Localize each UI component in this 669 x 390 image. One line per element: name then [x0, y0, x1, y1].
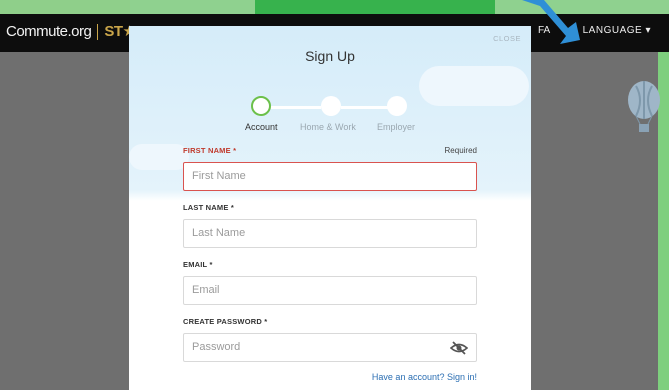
- first-name-input[interactable]: First Name: [183, 162, 477, 191]
- step-connector: [341, 106, 391, 109]
- last-name-label: LAST NAME *: [183, 203, 234, 212]
- logo-badge: ST: [104, 23, 123, 40]
- step-connector: [271, 106, 321, 109]
- logo-divider: [97, 24, 99, 41]
- required-note: Required: [444, 146, 477, 155]
- modal-title: Sign Up: [305, 48, 355, 64]
- balloon-icon: [628, 81, 660, 132]
- step-label-home-work: Home & Work: [300, 122, 356, 132]
- password-label: CREATE PASSWORD *: [183, 317, 268, 326]
- password-input[interactable]: Password: [192, 341, 240, 353]
- step-circle-employer[interactable]: [387, 96, 407, 116]
- step-label-employer: Employer: [377, 122, 416, 132]
- signin-link[interactable]: Have an account? Sign in!: [372, 372, 477, 382]
- password-field: CREATE PASSWORD * Password: [183, 317, 477, 362]
- email-input[interactable]: Email: [183, 276, 477, 305]
- language-menu[interactable]: LANGUAGE ▾: [583, 25, 651, 36]
- password-input-box[interactable]: Password: [183, 333, 477, 362]
- last-name-input[interactable]: Last Name: [183, 219, 477, 248]
- first-name-field: FIRST NAME * Required First Name: [183, 146, 477, 191]
- step-label-account: Account: [245, 122, 278, 132]
- first-name-label: FIRST NAME *: [183, 146, 237, 155]
- step-circle-home-work[interactable]: [321, 96, 341, 116]
- signup-stepper: Account Home & Work Employer: [241, 96, 421, 136]
- site-logo[interactable]: Commute.orgST★: [6, 22, 136, 41]
- step-circle-account[interactable]: [251, 96, 271, 116]
- logo-text: Commute.org: [6, 23, 92, 40]
- signup-modal: CLOSE Sign Up Account Home & Work Employ…: [129, 26, 531, 390]
- email-label: EMAIL *: [183, 260, 213, 269]
- eye-slash-icon[interactable]: [450, 341, 468, 355]
- cloud-decoration: [129, 144, 189, 170]
- language-label: LANGUAGE: [582, 25, 643, 36]
- caret-down-icon: ▾: [642, 25, 651, 36]
- close-button[interactable]: CLOSE: [493, 34, 521, 43]
- cloud-decoration: [419, 66, 529, 106]
- email-field: EMAIL * Email: [183, 260, 477, 305]
- last-name-field: LAST NAME * Last Name: [183, 203, 477, 248]
